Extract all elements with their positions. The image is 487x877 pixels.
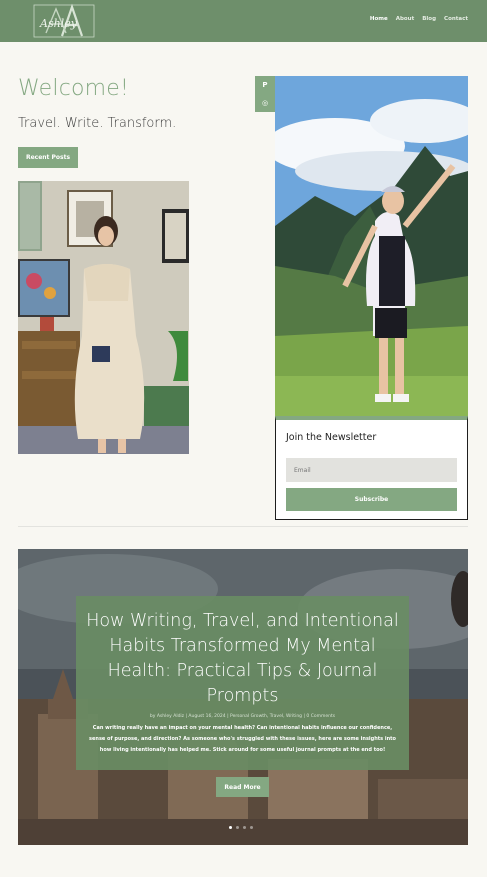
logo-monogram-icon: Ashley — [33, 3, 95, 38]
recent-posts-button[interactable]: Recent Posts — [18, 147, 78, 168]
nav-blog[interactable]: Blog — [422, 16, 436, 22]
slider-dot-1[interactable] — [229, 826, 232, 829]
slider-dot-2[interactable] — [236, 826, 239, 829]
section-divider — [18, 526, 468, 527]
site-logo[interactable]: Ashley — [32, 3, 96, 39]
post-meta: by Ashley Aldiz | August 16, 2024 | Pers… — [149, 714, 336, 719]
featured-post-slider[interactable]: How Writing, Travel, and Intentional Hab… — [18, 549, 468, 845]
post-title[interactable]: How Writing, Travel, and Intentional Hab… — [84, 609, 401, 709]
featured-post-card: How Writing, Travel, and Intentional Hab… — [76, 596, 409, 770]
tagline: Travel. Write. Transform. — [18, 116, 177, 131]
nav-home[interactable]: Home — [370, 16, 388, 22]
site-header: Ashley Home About Blog Contact — [0, 0, 487, 42]
slider-dot-3[interactable] — [243, 826, 246, 829]
read-more-button[interactable]: Read More — [216, 777, 269, 797]
email-field[interactable] — [286, 458, 457, 482]
newsletter-box: Join the Newsletter Subscribe — [275, 416, 468, 520]
subscribe-button[interactable]: Subscribe — [286, 488, 457, 511]
machu-picchu-photo — [275, 76, 468, 416]
newsletter-title: Join the Newsletter — [286, 432, 377, 443]
svg-text:Ashley: Ashley — [39, 17, 78, 30]
portrait-image — [18, 181, 189, 454]
slider-dots — [229, 826, 253, 829]
pinterest-icon[interactable]: P — [255, 76, 275, 94]
nav-contact[interactable]: Contact — [444, 16, 468, 22]
nav-about[interactable]: About — [396, 16, 415, 22]
travel-image — [275, 76, 468, 416]
social-links: P ◎ — [255, 76, 275, 112]
main-nav: Home About Blog Contact — [370, 16, 468, 22]
post-excerpt: Can writing really have an impact on you… — [89, 725, 396, 753]
instagram-icon[interactable]: ◎ — [255, 94, 275, 112]
portrait-photo — [18, 181, 189, 454]
welcome-heading: Welcome! — [18, 76, 130, 101]
slider-dot-4[interactable] — [250, 826, 253, 829]
